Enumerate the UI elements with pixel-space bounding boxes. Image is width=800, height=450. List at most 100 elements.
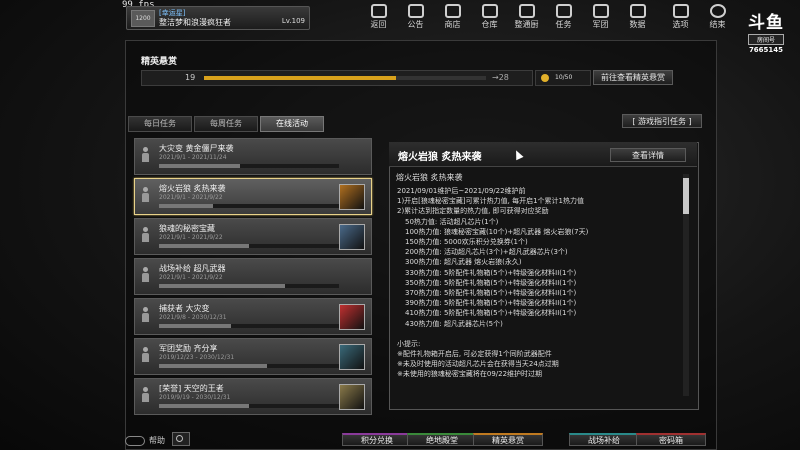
bottom-button-2[interactable]: 精英悬赏 bbox=[473, 433, 543, 446]
event-title: 狼魂的秘密宝藏 bbox=[159, 224, 215, 233]
event-title: 军团奖励 齐分享 bbox=[159, 344, 218, 353]
detail-line: 200热力值: 活动超凡芯片(3个)+超凡武器芯片(3个) bbox=[405, 248, 568, 257]
chart-icon bbox=[629, 4, 646, 18]
nav-label: 结束 bbox=[709, 20, 726, 29]
room-number: 7665145 bbox=[748, 46, 784, 54]
douyu-logo-mark: 斗鱼 bbox=[748, 13, 784, 33]
progress-max-value: 28 bbox=[498, 73, 509, 82]
goto-elite-bounty-button[interactable]: 前往查看精英悬赏 bbox=[593, 70, 673, 85]
nav-home[interactable]: 返回 bbox=[360, 2, 397, 32]
soldier-icon bbox=[141, 387, 151, 403]
event-thumbnail bbox=[339, 184, 365, 210]
nav-label: 任务 bbox=[555, 20, 572, 29]
coin-icon bbox=[541, 74, 549, 82]
event-date: 2021/9/1 - 2021/9/22 bbox=[159, 194, 223, 201]
detail-title: 熔火岩狼 炙热来袭 bbox=[398, 152, 482, 163]
top-nav: 返回 公告 商店 仓库 整通厨 任务 军团 数据 选项 结束 bbox=[360, 2, 736, 32]
nav-warehouse[interactable]: 仓库 bbox=[471, 2, 508, 32]
event-progress-fill bbox=[159, 244, 249, 248]
event-item[interactable]: 战场补给 超凡武器 2021/9/1 - 2021/9/22 bbox=[134, 258, 372, 295]
detail-line: 50热力值: 活动超凡芯片(1个) bbox=[405, 217, 499, 226]
nav-shop[interactable]: 商店 bbox=[434, 2, 471, 32]
event-progress-bar bbox=[159, 164, 339, 168]
detail-line: 350热力值: 5阶配件礼物箱(5个)+特级强化材料II(1个) bbox=[405, 278, 577, 287]
event-thumbnail bbox=[339, 344, 365, 370]
player-profile[interactable]: 1200 [幸运星] 整洁梦和浪漫疯狂者 Lv.109 bbox=[126, 6, 310, 30]
search-icon[interactable] bbox=[172, 432, 190, 446]
event-title: 熔火岩狼 炙热来袭 bbox=[159, 184, 226, 193]
progress-current: 19 bbox=[185, 73, 196, 82]
nav-label: 军团 bbox=[592, 20, 609, 29]
soldier-icon bbox=[141, 147, 151, 163]
lab-icon bbox=[518, 4, 535, 18]
detail-line: 150热力值: 5000欢乐积分兑换券(1个) bbox=[405, 238, 528, 247]
nav-power[interactable]: 结束 bbox=[699, 2, 736, 32]
nav-megaphone[interactable]: 公告 bbox=[397, 2, 434, 32]
detail-line bbox=[397, 329, 681, 339]
nav-lab[interactable]: 整通厨 bbox=[508, 2, 545, 32]
progress-bar bbox=[204, 76, 486, 80]
detail-line: ※未及时使用的活动超凡芯片会在获得当天24点过期 bbox=[397, 360, 559, 369]
detail-line: 2021/09/01维护后~2021/09/22维护前 bbox=[397, 187, 526, 195]
detail-line: 1)开启[狼魂秘密宝藏]可累计热力值, 每开启1个累计1热力值 bbox=[397, 197, 585, 206]
event-item[interactable]: 熔火岩狼 炙热来袭 2021/9/1 - 2021/9/22 bbox=[134, 178, 372, 215]
toggle-icon bbox=[125, 435, 145, 446]
help-toggle[interactable]: 帮助 bbox=[125, 435, 165, 446]
event-list: 大灾变 黄金僵尸来袭 2021/9/1 - 2021/11/24 熔火岩狼 炙热来袭… bbox=[134, 138, 372, 418]
detail-scrollbar[interactable] bbox=[683, 174, 689, 396]
event-item[interactable]: 军团奖励 齐分享 2019/12/23 - 2030/12/31 bbox=[134, 338, 372, 375]
event-progress-bar bbox=[159, 244, 339, 248]
progress-fill bbox=[204, 76, 396, 80]
progress-max: →28 bbox=[492, 73, 509, 82]
help-label: 帮助 bbox=[149, 436, 165, 445]
nav-chart[interactable]: 数据 bbox=[619, 2, 656, 32]
guide-mission-button[interactable]: [ 游戏指引任务 ] bbox=[622, 114, 702, 128]
view-details-button[interactable]: 查看详情 bbox=[610, 148, 686, 162]
detail-line: 100热力值: 狼魂秘密宝藏(10个)+超凡武器 熔火岩狼(7天) bbox=[405, 227, 589, 236]
event-progress-bar bbox=[159, 364, 339, 368]
nav-mission[interactable]: 任务 bbox=[545, 2, 582, 32]
detail-line: 330热力值: 5阶配件礼物箱(5个)+特级强化材料II(1个) bbox=[405, 268, 577, 277]
mission-icon bbox=[555, 4, 572, 18]
bottom-button-4[interactable]: 密码箱 bbox=[636, 433, 706, 446]
event-progress-fill bbox=[159, 204, 213, 208]
shield-icon bbox=[592, 4, 609, 18]
detail-line: 2)累计达到指定数量的热力值, 即可获得对应奖励 bbox=[397, 207, 549, 216]
home-icon bbox=[370, 4, 387, 18]
nav-shield[interactable]: 军团 bbox=[582, 2, 619, 32]
player-level: Lv.109 bbox=[281, 17, 305, 25]
soldier-icon bbox=[141, 187, 151, 203]
event-progress-bar bbox=[159, 324, 339, 328]
event-item[interactable]: 捕获者 大灾变 2021/9/8 - 2030/12/31 bbox=[134, 298, 372, 335]
event-date: 2021/9/1 - 2021/9/22 bbox=[159, 234, 223, 241]
event-title: 大灾变 黄金僵尸来袭 bbox=[159, 144, 234, 153]
event-item[interactable]: 狼魂的秘密宝藏 2021/9/1 - 2021/9/22 bbox=[134, 218, 372, 255]
event-thumbnail bbox=[339, 224, 365, 250]
bottom-button-0[interactable]: 积分兑换 bbox=[342, 433, 412, 446]
rank-badge: 1200 bbox=[131, 10, 155, 27]
bottom-button-1[interactable]: 绝地殿堂 bbox=[407, 433, 477, 446]
event-progress-fill bbox=[159, 324, 231, 328]
event-item[interactable]: 大灾变 黄金僵尸来袭 2021/9/1 - 2021/11/24 bbox=[134, 138, 372, 175]
douyu-watermark: 斗鱼 房间号 7665145 bbox=[744, 8, 788, 54]
panel-title: 精英悬赏 bbox=[141, 57, 178, 67]
soldier-icon bbox=[141, 307, 151, 323]
event-item[interactable]: [荣誉] 天空的王者 2019/9/19 - 2030/12/31 bbox=[134, 378, 372, 415]
tab-0[interactable]: 每日任务 bbox=[128, 116, 192, 132]
detail-line: 390热力值: 5阶配件礼物箱(5个)+特级强化材料II(1个) bbox=[405, 299, 577, 308]
gear-icon bbox=[672, 4, 689, 18]
megaphone-icon bbox=[407, 4, 424, 18]
tab-1[interactable]: 每周任务 bbox=[194, 116, 258, 132]
detail-subtitle: 熔火岩狼 炙热来袭 bbox=[396, 173, 463, 182]
detail-line: 300热力值: 超凡武器 熔火岩狼(永久) bbox=[405, 258, 522, 267]
nav-label: 仓库 bbox=[481, 20, 498, 29]
bottom-button-3[interactable]: 战场补给 bbox=[569, 433, 639, 446]
detail-line: ※配件礼物箱开启后, 可必定获得1个同阶武器配件 bbox=[397, 350, 552, 359]
event-thumbnail bbox=[339, 304, 365, 330]
event-date: 2021/9/1 - 2021/11/24 bbox=[159, 154, 227, 161]
scroll-thumb[interactable] bbox=[683, 178, 689, 214]
detail-line: 430热力值: 超凡武器芯片(5个) bbox=[405, 319, 503, 328]
event-title: [荣誉] 天空的王者 bbox=[159, 384, 224, 393]
tab-2[interactable]: 在线活动 bbox=[260, 116, 324, 132]
nav-gear[interactable]: 选项 bbox=[662, 2, 699, 32]
